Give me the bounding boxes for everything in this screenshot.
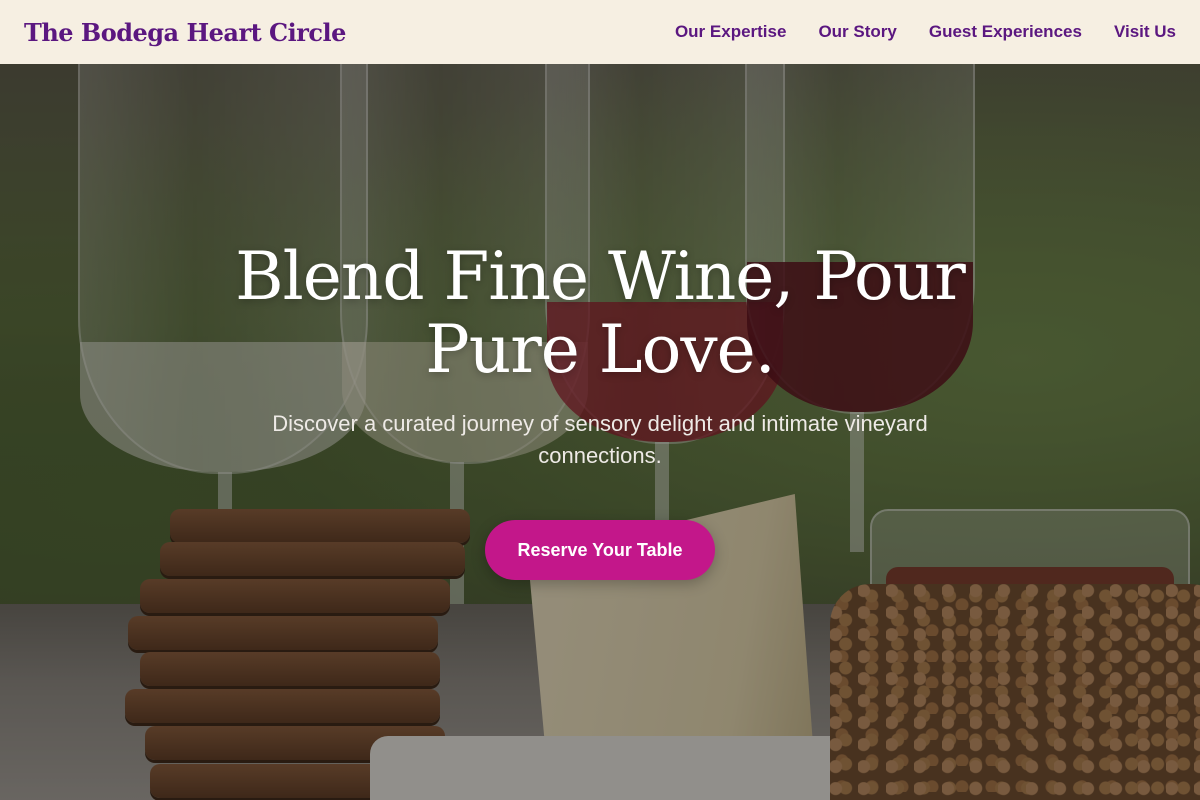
hero-content: Blend Fine Wine, Pour Pure Love. Discove… xyxy=(0,64,1200,800)
hero-title: Blend Fine Wine, Pour Pure Love. xyxy=(235,238,966,388)
main-nav: Our Expertise Our Story Guest Experience… xyxy=(675,22,1176,42)
site-logo[interactable]: The Bodega Heart Circle xyxy=(24,18,346,47)
hero-subtitle: Discover a curated journey of sensory de… xyxy=(272,411,928,468)
hero-section: Blend Fine Wine, Pour Pure Love. Discove… xyxy=(0,64,1200,800)
nav-link-visit-us[interactable]: Visit Us xyxy=(1114,22,1176,42)
nav-link-our-expertise[interactable]: Our Expertise xyxy=(675,22,787,42)
page: The Bodega Heart Circle Our Expertise Ou… xyxy=(0,0,1200,800)
nav-link-guest-experiences[interactable]: Guest Experiences xyxy=(929,22,1082,42)
reserve-table-button[interactable]: Reserve Your Table xyxy=(485,520,715,580)
site-header: The Bodega Heart Circle Our Expertise Ou… xyxy=(0,0,1200,64)
nav-link-our-story[interactable]: Our Story xyxy=(818,22,896,42)
